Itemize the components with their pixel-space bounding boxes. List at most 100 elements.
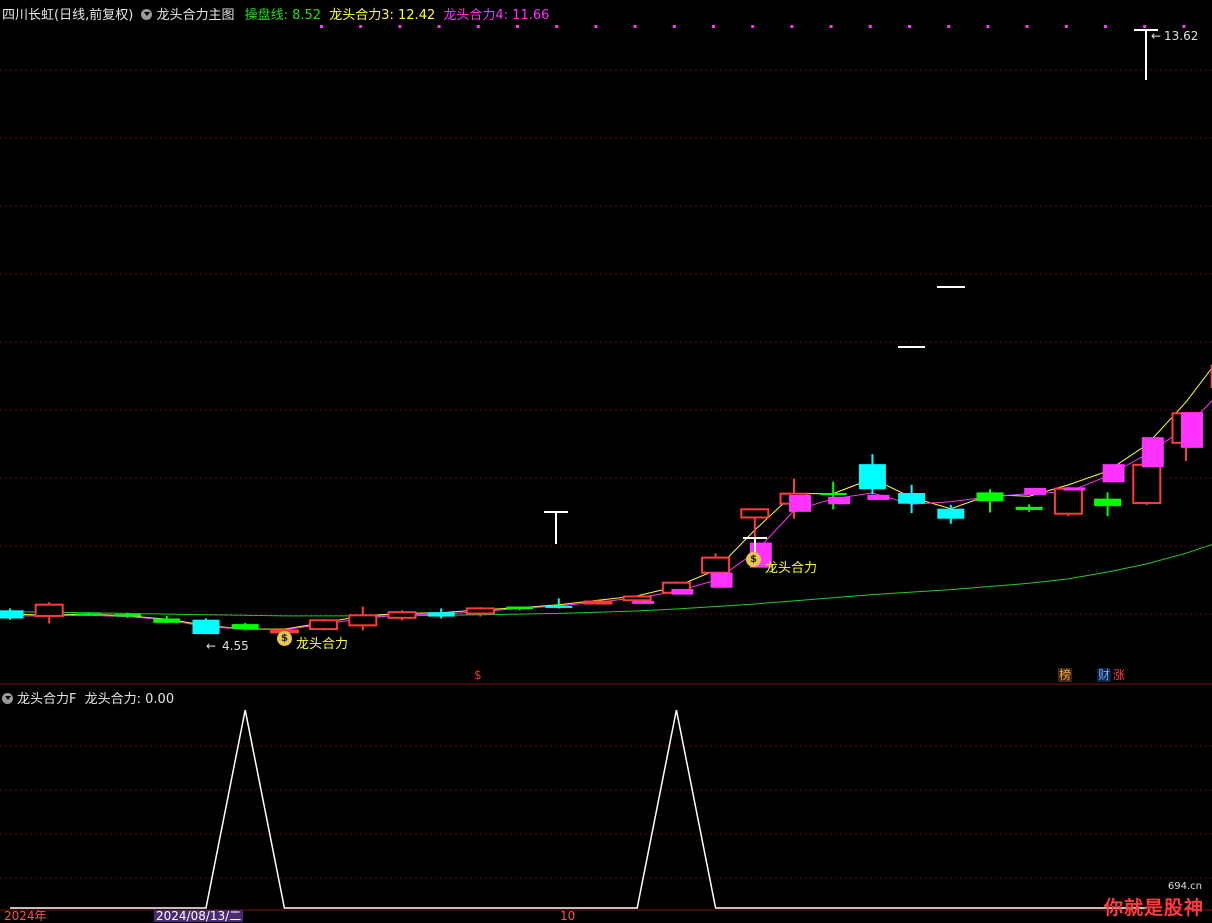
chevron-down-icon[interactable]	[2, 693, 13, 704]
candle-body	[0, 610, 24, 618]
top-dot	[1026, 25, 1029, 28]
watermark-logo: 你就是股神	[1104, 893, 1204, 920]
series-label-2: 龙头合力4	[443, 8, 503, 23]
main-series-lines	[10, 146, 1212, 630]
magenta-body	[711, 573, 733, 588]
sub-header: 龙头合力F 龙头合力: 0.00	[2, 688, 174, 707]
candle-body	[820, 493, 847, 495]
top-dot	[320, 25, 323, 28]
finance-badge[interactable]: 财	[1097, 668, 1111, 682]
high-arrow-icon: ←	[1151, 29, 1161, 43]
top-dot	[830, 25, 833, 28]
magenta-body	[671, 589, 693, 595]
candle-body	[428, 612, 455, 616]
top-dot	[908, 25, 911, 28]
top-dot	[947, 25, 950, 28]
candle-body	[349, 615, 376, 625]
candle-body	[859, 464, 886, 489]
date-label: 10	[560, 910, 575, 922]
candle-body	[1016, 507, 1043, 510]
signal-label: 龙头合力	[765, 557, 817, 576]
top-dot	[1104, 25, 1107, 28]
dollar-badge[interactable]: $	[473, 668, 483, 682]
top-dot	[712, 25, 715, 28]
candle-body	[310, 620, 337, 629]
series-value-0: 8.52	[292, 8, 321, 23]
candle-body	[702, 558, 729, 573]
series-value-2: 11.66	[512, 8, 549, 23]
top-dot	[477, 25, 480, 28]
sub-series-value: 0.00	[145, 692, 174, 707]
series-line-0	[10, 391, 1212, 616]
money-bag-icon: $	[746, 552, 761, 567]
indicator-name[interactable]: 龙头合力主图	[156, 8, 234, 23]
top-dot	[751, 25, 754, 28]
date-label-selected: 2024/08/13/二	[154, 910, 243, 922]
series-line-1	[10, 146, 1212, 629]
magenta-body	[828, 497, 850, 505]
series-line-2	[10, 194, 1212, 630]
candle-body	[624, 597, 651, 601]
top-dot	[1182, 25, 1185, 28]
limit-up-badge[interactable]: 涨	[1112, 668, 1126, 682]
main-grid	[0, 70, 1212, 614]
rank-badge[interactable]: 榜	[1058, 668, 1072, 682]
candlesticks	[0, 30, 1212, 640]
top-dot	[673, 25, 676, 28]
top-dot	[398, 25, 401, 28]
candle-body	[741, 509, 768, 517]
candle-body	[232, 624, 259, 629]
magenta-body	[1024, 488, 1046, 495]
sub-indicator-name[interactable]: 龙头合力F	[17, 692, 76, 707]
main-header: 四川长虹(日线,前复权) 龙头合力主图 操盘线: 8.52 龙头合力3: 12.…	[2, 4, 549, 23]
top-dot	[1143, 25, 1146, 28]
candle-body	[153, 618, 180, 622]
magenta-body	[789, 495, 811, 512]
top-dot	[359, 25, 362, 28]
top-dot	[555, 25, 558, 28]
candle-body	[1133, 465, 1160, 503]
date-label: 2024年	[4, 910, 47, 922]
period-label: (日线,前复权)	[54, 8, 133, 23]
chevron-down-icon[interactable]	[141, 9, 152, 20]
low-arrow-icon: ←	[206, 639, 216, 653]
candle-body	[937, 509, 964, 519]
magenta-body	[1181, 412, 1203, 448]
sub-grid	[0, 746, 1212, 878]
magenta-body	[1063, 487, 1085, 490]
low-price-label: 4.55	[222, 639, 249, 653]
candle-body	[1094, 499, 1121, 507]
candle-body	[977, 492, 1004, 501]
sub-series-label: 龙头合力	[85, 692, 137, 707]
candle-body	[898, 493, 925, 504]
magenta-body	[867, 495, 889, 500]
candle-body	[545, 606, 572, 608]
stock-name: 四川长虹	[2, 8, 54, 23]
candle-body	[75, 613, 102, 615]
magenta-body	[632, 601, 654, 604]
top-dot	[516, 25, 519, 28]
magenta-body	[1142, 437, 1164, 467]
candle-body	[585, 602, 612, 604]
high-price-label: 13.62	[1164, 29, 1198, 43]
top-dot	[986, 25, 989, 28]
watermark-domain: 694.cn	[1168, 881, 1202, 892]
top-dots	[320, 25, 1185, 28]
candle-body	[467, 608, 494, 613]
signal-label: 龙头合力	[296, 633, 348, 652]
top-dot	[438, 25, 441, 28]
top-dot	[790, 25, 793, 28]
magenta-body	[1103, 464, 1125, 482]
series-label-0: 操盘线	[245, 8, 284, 23]
candle-body	[36, 605, 63, 616]
candle-body	[193, 620, 220, 634]
candle-body	[114, 614, 141, 617]
top-dot	[869, 25, 872, 28]
series-label-1: 龙头合力3	[329, 8, 389, 23]
candle-body	[1055, 489, 1082, 514]
money-bag-icon: $	[277, 631, 292, 646]
series-value-1: 12.42	[398, 8, 435, 23]
top-dot	[1065, 25, 1068, 28]
chart-canvas	[0, 0, 1212, 922]
top-dot	[594, 25, 597, 28]
